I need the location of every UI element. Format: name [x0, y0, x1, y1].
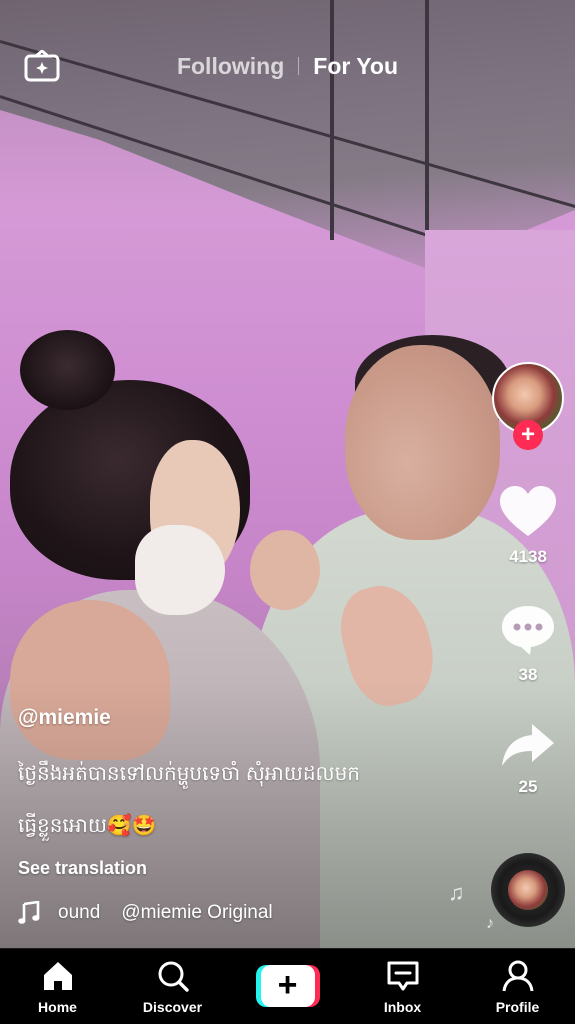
nav-profile-label: Profile	[495, 999, 540, 1015]
woman-figure-hand	[250, 530, 320, 610]
sound-title: ound @miemie Original	[58, 902, 273, 923]
music-note-icon	[18, 901, 40, 924]
music-disc-icon	[508, 870, 548, 910]
man-figure-head	[345, 345, 500, 540]
comment-button[interactable]: 38	[493, 604, 563, 685]
bottom-nav: Home Discover + Inbox Profile	[0, 948, 575, 1024]
nav-home-label: Home	[38, 999, 77, 1015]
woman-figure-bun	[20, 330, 115, 410]
share-button[interactable]: 25	[493, 722, 563, 797]
music-disc-button[interactable]	[491, 853, 565, 927]
inbox-icon	[387, 961, 418, 991]
woman-figure-mask	[135, 525, 225, 615]
plus-icon: +	[520, 421, 535, 448]
tab-for-you[interactable]: For You	[299, 53, 412, 80]
nav-inbox[interactable]: Inbox	[345, 949, 460, 1024]
share-arrow-icon	[502, 724, 554, 766]
ceiling-beam	[330, 0, 334, 240]
see-translation-link[interactable]: See translation	[18, 858, 147, 879]
share-count: 25	[518, 777, 538, 796]
like-button[interactable]: 4138	[493, 486, 563, 567]
home-icon	[43, 962, 72, 990]
creator-avatar-wrapper: +	[492, 362, 564, 450]
nav-inbox-label: Inbox	[383, 999, 422, 1015]
music-note-icon: ♪	[486, 915, 494, 932]
nav-discover[interactable]: Discover	[115, 949, 230, 1024]
caption-line: ថ្ងៃនឹងអត់បានទៅលក់ម្ហូបទេចាំ សុំអាយដលមក	[18, 763, 360, 785]
like-count: 4138	[509, 547, 547, 566]
post-caption: ថ្ងៃនឹងអត់បានទៅលក់ម្ហូបទេចាំ សុំអាយដលមក …	[18, 748, 428, 852]
heart-icon	[500, 486, 556, 536]
profile-icon	[502, 960, 533, 992]
create-button[interactable]: +	[255, 965, 320, 1007]
comment-count: 38	[518, 665, 538, 684]
caption-line: ធ្វើខ្លួនអោយ🥰🤩	[18, 815, 157, 837]
nav-home[interactable]: Home	[0, 949, 115, 1024]
creator-username[interactable]: @miemie	[18, 706, 111, 730]
comment-icon	[502, 606, 554, 655]
search-icon	[158, 961, 189, 992]
nav-create[interactable]: +	[230, 949, 345, 1024]
nav-discover-label: Discover	[142, 999, 203, 1015]
tab-following[interactable]: Following	[163, 53, 298, 80]
plus-icon: +	[260, 965, 315, 1007]
follow-button[interactable]: +	[513, 420, 543, 450]
feed-tabs: Following For You	[0, 50, 575, 82]
sound-link[interactable]: ound @miemie Original	[18, 900, 458, 926]
nav-profile[interactable]: Profile	[460, 949, 575, 1024]
